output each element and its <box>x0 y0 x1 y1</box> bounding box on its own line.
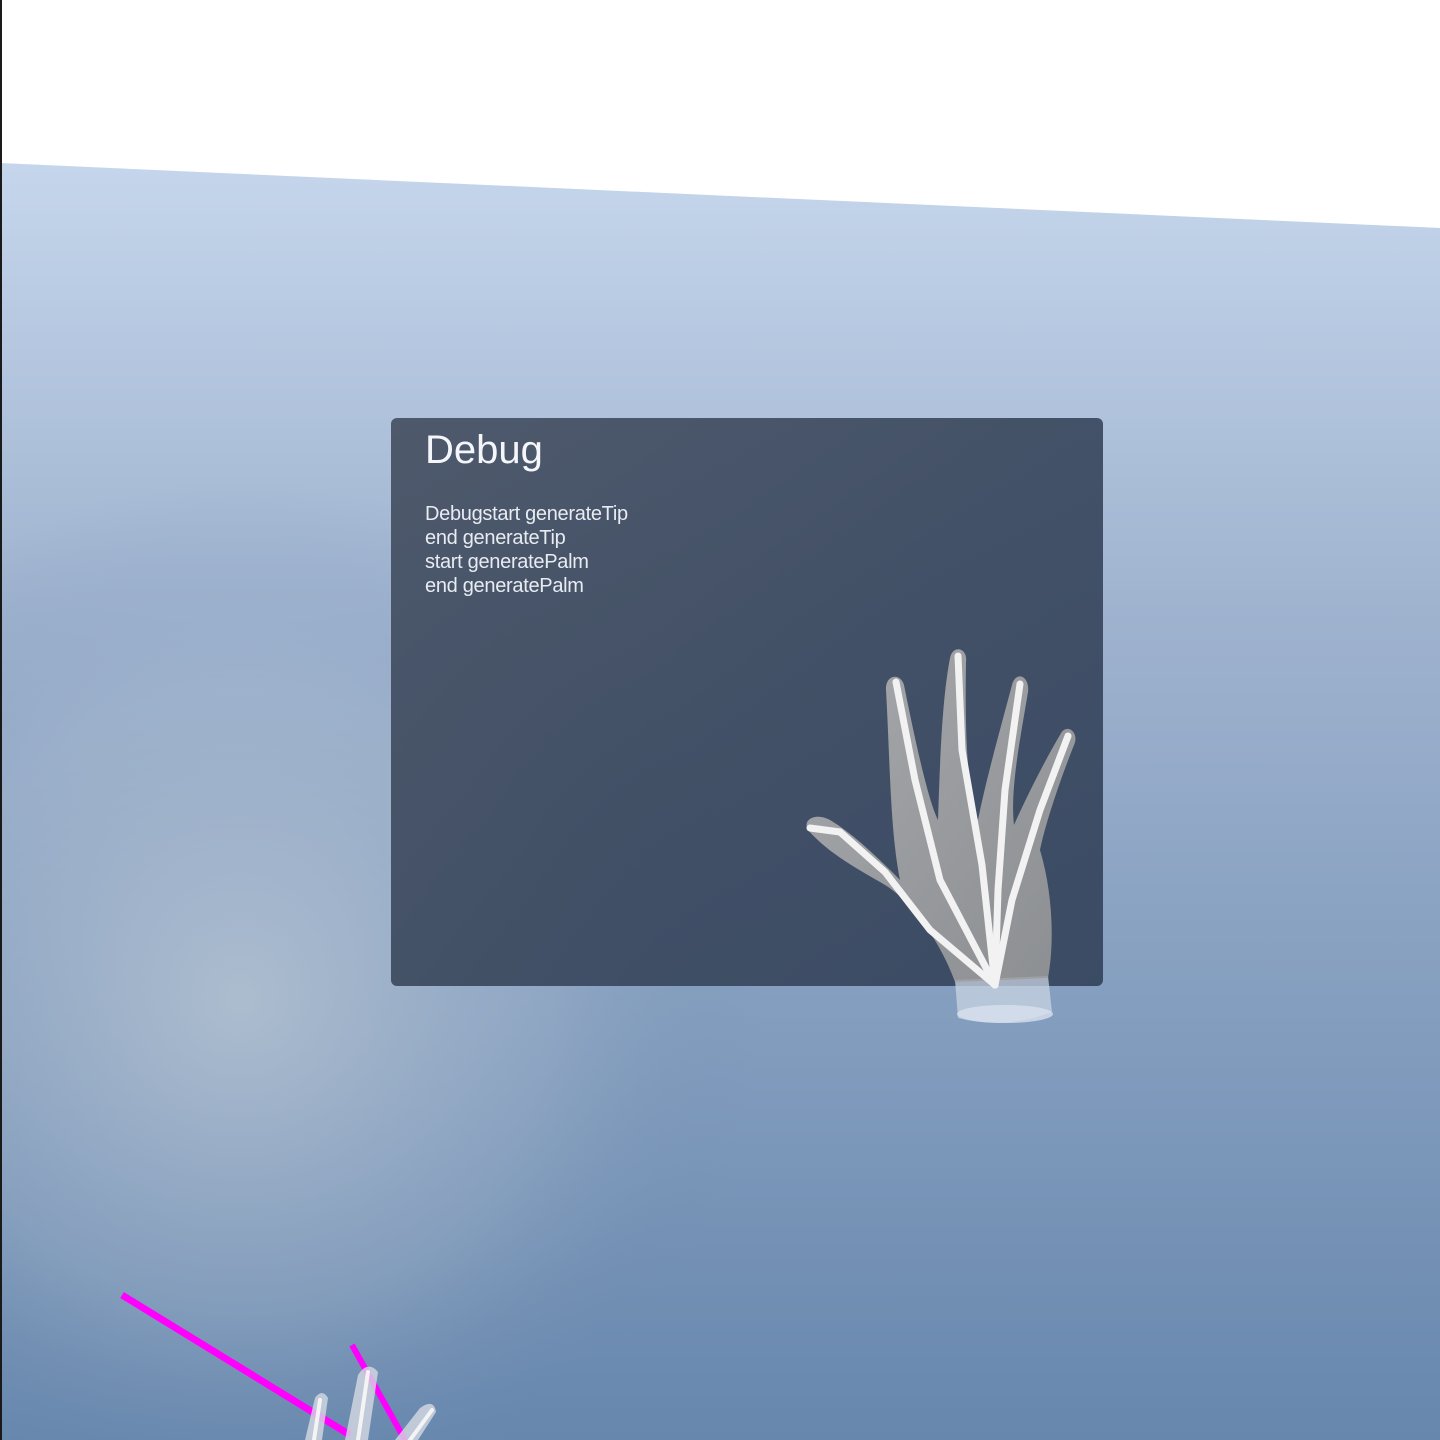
window-edge <box>0 0 2 1440</box>
debug-log-line: end generateTip <box>425 527 566 549</box>
debug-log: Debugstart generateTip end generateTip s… <box>425 502 1069 598</box>
debug-title: Debug <box>425 428 543 472</box>
vr-viewport: Debug Debugstart generateTip end generat… <box>0 0 1440 1440</box>
left-hand-icon[interactable] <box>100 1280 460 1440</box>
right-hand-icon[interactable] <box>790 640 1090 1040</box>
debug-log-line: Debugstart generateTip <box>425 503 628 525</box>
debug-log-line: start generatePalm <box>425 551 589 573</box>
debug-log-line: end generatePalm <box>425 575 584 597</box>
